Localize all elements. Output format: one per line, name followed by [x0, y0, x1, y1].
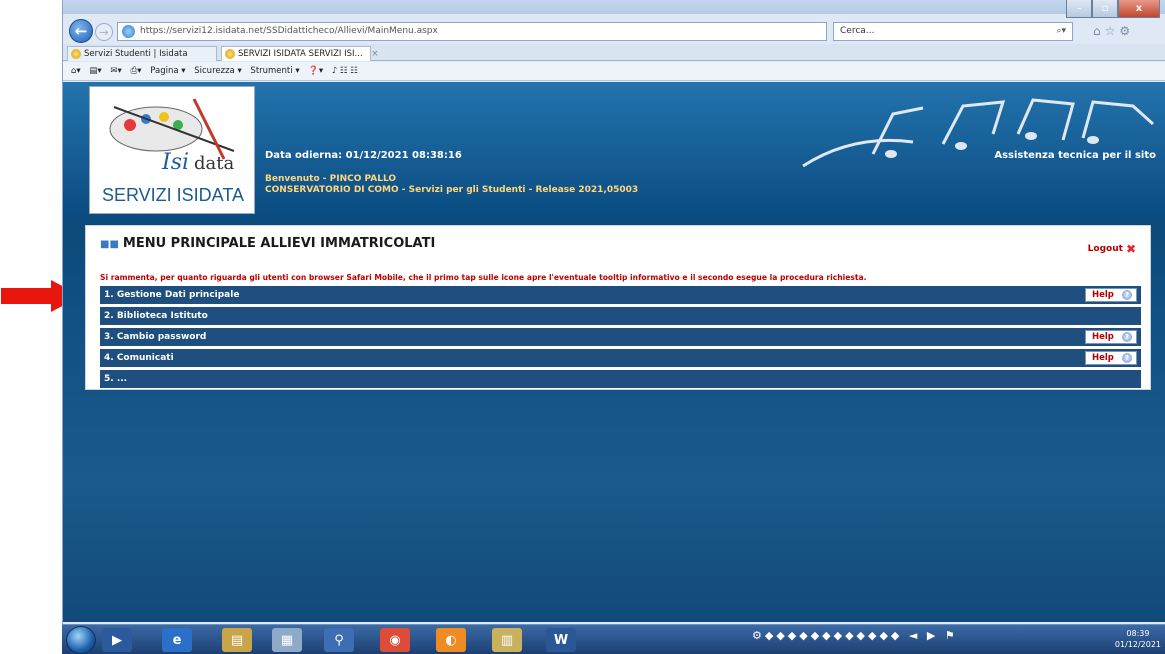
home-favorites-settings-icons[interactable]: ⌂☆⚙ [1093, 24, 1134, 38]
network-app-icon[interactable]: ⚲ [324, 628, 354, 652]
screen: – ▫ x ← → https://servizi12.isidata.net/… [0, 0, 1165, 654]
institute-info: CONSERVATORIO DI COMO - Servizi per gli … [265, 185, 639, 195]
media-player-icon[interactable]: ▶ [102, 628, 132, 652]
search-input[interactable]: Cerca... ⌕▾ [833, 22, 1073, 41]
close-window-button[interactable]: x [1118, 0, 1160, 18]
back-button[interactable]: ← [69, 19, 93, 43]
folder-icon[interactable]: ▥ [492, 628, 522, 652]
internet-explorer-icon[interactable]: e [162, 628, 192, 652]
tab-label: Servizi Studenti | Isidata [84, 49, 188, 59]
info-icon: ? [1122, 332, 1132, 342]
welcome-user: Benvenuto - PINCO PALLO [265, 174, 397, 184]
help-button[interactable]: Help? [1085, 351, 1137, 365]
system-clock[interactable]: 08:39 01/12/2021 [1115, 628, 1161, 650]
window-controls: – ▫ x [1066, 0, 1160, 18]
browser-window: – ▫ x ← → https://servizi12.isidata.net/… [62, 0, 1165, 654]
menu-sicurezza[interactable]: Sicurezza ▾ [194, 66, 241, 76]
help-button[interactable]: Help? [1085, 288, 1137, 302]
palette-logo-art: Isi data [109, 98, 234, 175]
search-icon[interactable]: ⌕▾ [1056, 23, 1066, 40]
mail-icon[interactable]: ✉▾ [110, 66, 121, 76]
tab-favicon [71, 49, 81, 59]
print-icon[interactable]: ⎙▾ [130, 66, 141, 76]
feeds-icon[interactable]: ▤▾ [89, 66, 101, 76]
start-button[interactable] [66, 626, 96, 654]
command-bar: ⌂▾ ▤▾ ✉▾ ⎙▾ Pagina ▾ Sicurezza ▾ Strumen… [63, 62, 1165, 81]
menu-list: 1. Gestione Dati principale Help? 2. Bib… [100, 286, 1141, 391]
home-icon[interactable]: ⌂▾ [71, 66, 81, 76]
maximize-button[interactable]: ▫ [1092, 0, 1118, 18]
assistance-link[interactable]: Assistenza tecnica per il sito [994, 150, 1156, 161]
music-notes-decoration [802, 98, 1155, 168]
welcome-block: Benvenuto - PINCO PALLO CONSERVATORIO DI… [265, 174, 638, 196]
tab-servizi-isidata[interactable]: SERVIZI ISIDATA SERVIZI ISI... × [221, 46, 378, 61]
calculator-icon[interactable]: ▦ [272, 628, 302, 652]
tab-bar: Servizi Studenti | Isidata SERVIZI ISIDA… [63, 44, 1165, 61]
explorer-folder-icon[interactable]: ▤ [222, 628, 252, 652]
svg-text:Isi: Isi [161, 150, 189, 175]
ie-page-icon [122, 25, 135, 38]
system-tray-icons[interactable]: ⚙◆◆◆◆◆◆◆◆◆◆◆◆ ◄ ▶ ⚑ [752, 629, 958, 642]
title-bullet-icon: ■■ [100, 239, 119, 250]
tab-close-icon[interactable]: × [371, 49, 378, 59]
address-bar[interactable]: https://servizi12.isidata.net/SSDidattic… [117, 22, 827, 41]
logout-icon: ✖ [1125, 242, 1136, 256]
search-placeholder: Cerca... [840, 26, 875, 36]
tab-label: SERVIZI ISIDATA SERVIZI ISI... [238, 49, 363, 59]
logout-button[interactable]: Logout ✖ [1088, 242, 1136, 256]
chrome-icon[interactable]: ◉ [380, 628, 410, 652]
safari-notice: Si rammenta, per quanto riguarda gli ute… [100, 273, 867, 282]
menu-strumenti[interactable]: Strumenti ▾ [250, 66, 299, 76]
firefox-icon[interactable]: ◐ [436, 628, 466, 652]
info-icon: ? [1122, 353, 1132, 363]
help-icon[interactable]: ❓▾ [308, 66, 323, 76]
menu-item-comunicati[interactable]: 4. Comunicati Help? [100, 349, 1141, 367]
minimize-button[interactable]: – [1066, 0, 1092, 18]
main-menu-panel: ■■ MENU PRINCIPALE ALLIEVI IMMATRICOLATI … [85, 225, 1151, 390]
menu-title: ■■ MENU PRINCIPALE ALLIEVI IMMATRICOLATI [100, 236, 436, 251]
url-text: https://servizi12.isidata.net/SSDidattic… [140, 26, 438, 36]
svg-text:data: data [194, 153, 234, 174]
isidata-logo: Isi data SERVIZI ISIDATA [89, 86, 255, 214]
title-bar: – ▫ x [63, 0, 1165, 18]
help-button[interactable]: Help? [1085, 330, 1137, 344]
web-page: Isi data SERVIZI ISIDATA Data odierna: 0… [63, 82, 1165, 622]
menu-item-cambio-password[interactable]: 3. Cambio password Help? [100, 328, 1141, 346]
tab-favicon [225, 49, 235, 59]
site-header: Isi data SERVIZI ISIDATA Data odierna: 0… [63, 82, 1165, 219]
word-icon[interactable]: W [546, 628, 576, 652]
current-date: Data odierna: 01/12/2021 08:38:16 [265, 150, 462, 161]
info-icon: ? [1122, 290, 1132, 300]
addon-icons[interactable]: ♪ ☷ ☷ [332, 66, 358, 76]
menu-item-5[interactable]: 5. ... [100, 370, 1141, 388]
windows-taskbar: ▶ e ▤ ▦ ⚲ ◉ ◐ ▥ W ⚙◆◆◆◆◆◆◆◆◆◆◆◆ ◄ ▶ ⚑ 08… [62, 624, 1165, 654]
forward-button[interactable]: → [95, 23, 113, 41]
menu-item-biblioteca[interactable]: 2. Biblioteca Istituto [100, 307, 1141, 325]
menu-pagina[interactable]: Pagina ▾ [150, 66, 185, 76]
address-row: ← → https://servizi12.isidata.net/SSDida… [63, 18, 1165, 44]
logo-text: SERVIZI ISIDATA [101, 185, 245, 205]
tab-servizi-studenti[interactable]: Servizi Studenti | Isidata [67, 46, 217, 61]
menu-item-gestione-dati[interactable]: 1. Gestione Dati principale Help? [100, 286, 1141, 304]
